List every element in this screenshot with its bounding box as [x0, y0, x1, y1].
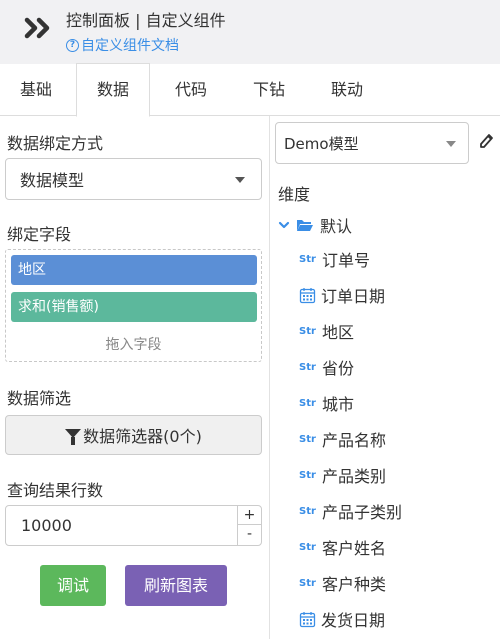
field-item[interactable]: Str 城市 [299, 391, 354, 415]
field-dropzone[interactable]: 地区 求和(销售额) 拖入字段 [5, 249, 262, 362]
binding-mode-label: 数据绑定方式 [7, 134, 104, 153]
panel-title: 控制面板 | 自定义组件 [66, 11, 226, 30]
calendar-icon [299, 287, 316, 303]
data-filter-button-label: 数据筛选器(0个) [83, 427, 202, 446]
question-circle-icon: ? [66, 38, 79, 52]
string-type-icon: Str [299, 361, 316, 373]
quantity-stepper: + - [237, 506, 261, 545]
panel-header: 控制面板 | 自定义组件 ? 自定义组件文档 [0, 0, 500, 64]
string-type-icon: Str [299, 433, 316, 445]
string-type-icon: Str [299, 541, 316, 553]
bind-fields-label: 绑定字段 [7, 225, 72, 244]
folder-label: 默认 [320, 217, 353, 236]
bound-field-sum-sales[interactable]: 求和(销售额) [11, 292, 257, 322]
string-type-icon: Str [299, 397, 316, 409]
debug-button[interactable]: 调试 [40, 565, 106, 606]
tab-linkage[interactable]: 联动 [310, 64, 384, 116]
tab-code[interactable]: 代码 [154, 64, 228, 116]
drop-hint: 拖入字段 [105, 337, 162, 353]
field-item[interactable]: Str 产品子类别 [299, 499, 402, 523]
field-label: 省份 [322, 359, 355, 378]
field-item[interactable]: Str 产品类别 [299, 463, 386, 487]
string-type-icon: Str [299, 505, 316, 517]
dimension-label: 维度 [278, 185, 311, 204]
tab-bar: 基础 数据 代码 下钻 联动 [0, 63, 500, 117]
doc-link[interactable]: ? 自定义组件文档 [66, 35, 179, 55]
string-type-icon: Str [299, 325, 316, 337]
rows-number-input[interactable]: 10000 + - [5, 505, 262, 546]
model-select[interactable]: Demo模型 [275, 122, 469, 164]
string-type-icon: Str [299, 469, 316, 481]
bound-field-region[interactable]: 地区 [11, 255, 257, 285]
string-type-icon: Str [299, 577, 316, 589]
binding-mode-select[interactable]: 数据模型 [5, 158, 262, 200]
caret-down-icon [446, 141, 456, 147]
funnel-icon [65, 428, 82, 445]
folder-default[interactable]: 默认 [278, 214, 352, 236]
field-label: 城市 [322, 395, 355, 414]
binding-mode-value: 数据模型 [20, 171, 85, 190]
stepper-up-button[interactable]: + [238, 506, 261, 525]
field-label: 产品子类别 [322, 503, 403, 522]
field-item[interactable]: 订单日期 [299, 283, 385, 307]
double-chevron-right-icon[interactable] [24, 16, 54, 40]
tab-basic[interactable]: 基础 [0, 64, 72, 116]
tab-data[interactable]: 数据 [76, 63, 150, 117]
field-label: 地区 [322, 323, 355, 342]
rows-value: 10000 [21, 516, 72, 535]
field-label: 产品名称 [322, 431, 387, 450]
string-type-icon: Str [299, 253, 316, 265]
field-label: 客户种类 [322, 575, 387, 594]
caret-down-icon [235, 177, 245, 183]
field-item[interactable]: Str 地区 [299, 319, 354, 343]
stepper-down-button[interactable]: - [238, 525, 261, 544]
field-label: 发货日期 [321, 611, 386, 630]
field-label: 客户姓名 [322, 539, 387, 558]
refresh-chart-button[interactable]: 刷新图表 [125, 565, 227, 606]
field-item[interactable]: Str 订单号 [299, 247, 370, 271]
tab-drilldown[interactable]: 下钻 [232, 64, 306, 116]
model-select-value: Demo模型 [284, 134, 359, 153]
chevron-down-icon [278, 221, 290, 229]
doc-link-label: 自定义组件文档 [81, 38, 179, 54]
column-divider [269, 116, 270, 639]
field-label: 订单号 [322, 251, 371, 270]
pencil-icon[interactable] [478, 131, 494, 151]
field-label: 订单日期 [321, 287, 386, 306]
filter-label: 数据筛选 [7, 389, 72, 408]
field-item[interactable]: 发货日期 [299, 607, 385, 631]
calendar-icon [299, 611, 316, 627]
data-filter-button[interactable]: 数据筛选器(0个) [5, 415, 262, 455]
field-item[interactable]: Str 产品名称 [299, 427, 386, 451]
field-item[interactable]: Str 客户姓名 [299, 535, 386, 559]
field-item[interactable]: Str 客户种类 [299, 571, 386, 595]
field-label: 产品类别 [322, 467, 387, 486]
rows-label: 查询结果行数 [7, 481, 104, 500]
folder-open-icon [297, 220, 313, 231]
field-item[interactable]: Str 省份 [299, 355, 354, 379]
